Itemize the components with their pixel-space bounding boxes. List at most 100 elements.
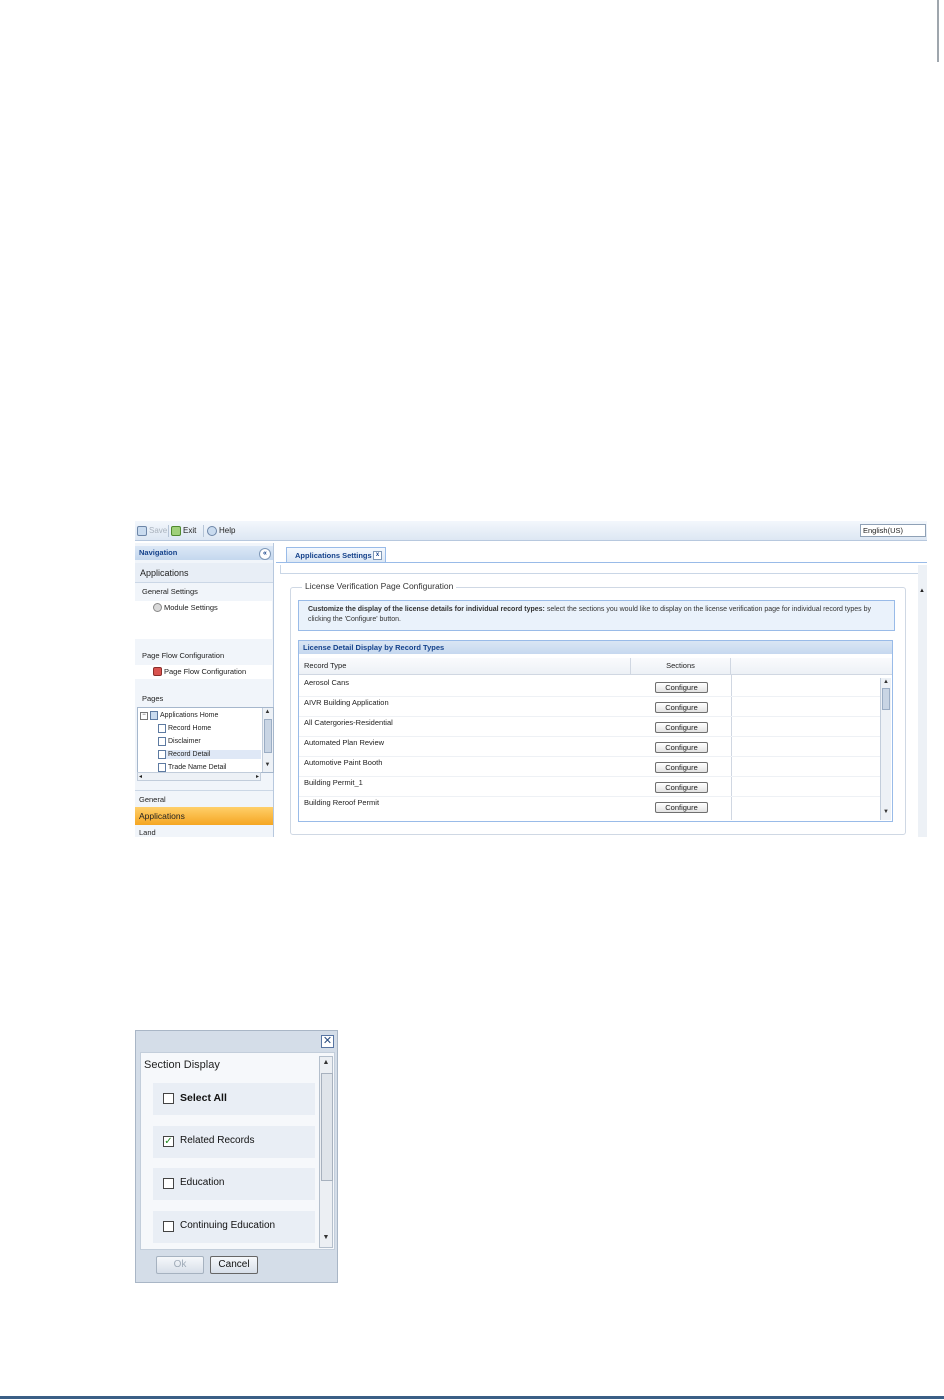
- scrollbar-thumb[interactable]: [321, 1073, 333, 1181]
- tree-horizontal-scrollbar[interactable]: ◂ ▸: [137, 772, 261, 781]
- continuing-education-checkbox[interactable]: [163, 1221, 174, 1232]
- configure-button[interactable]: Configure: [655, 702, 708, 713]
- collapse-icon[interactable]: «: [259, 548, 271, 560]
- exit-button[interactable]: Exit: [171, 524, 196, 537]
- related-records-checkbox[interactable]: ✓: [163, 1136, 174, 1147]
- option-education[interactable]: Education: [153, 1168, 315, 1200]
- option-label: Continuing Education: [180, 1220, 276, 1231]
- module-settings-link[interactable]: Module Settings: [146, 603, 284, 612]
- tab-label: Applications Settings: [295, 551, 372, 560]
- module-settings-label: Module Settings: [164, 603, 218, 612]
- navigation-header: Navigation «: [135, 546, 273, 560]
- scrollbar-thumb[interactable]: [882, 688, 890, 710]
- section-general[interactable]: General: [135, 790, 273, 808]
- configure-button[interactable]: Configure: [655, 722, 708, 733]
- section-display-dialog: ✕ Section Display Select All ✓ Related R…: [135, 1030, 338, 1283]
- configure-button[interactable]: Configure: [655, 682, 708, 693]
- section-applications[interactable]: Applications: [135, 807, 273, 825]
- toolbar-separator: [203, 525, 204, 537]
- configure-button[interactable]: Configure: [655, 802, 708, 813]
- tree-item-record-detail[interactable]: Record Detail: [158, 750, 261, 759]
- table-row: Building Reroof Permit Configure: [299, 796, 881, 816]
- scroll-down-icon[interactable]: ▼: [263, 762, 272, 768]
- checkmark-icon: ✓: [164, 1136, 173, 1147]
- option-select-all[interactable]: Select All: [153, 1083, 315, 1115]
- close-icon[interactable]: ✕: [321, 1035, 334, 1048]
- page-edge-rule: [937, 0, 939, 62]
- record-type-cell: Automotive Paint Booth: [304, 758, 383, 767]
- ok-button[interactable]: Ok: [156, 1256, 204, 1274]
- section-land[interactable]: Land: [135, 826, 273, 837]
- folder-icon: [150, 711, 158, 720]
- option-label: Education: [180, 1177, 225, 1188]
- table-row: All Catergories-Residential Configure: [299, 716, 881, 737]
- scroll-left-icon[interactable]: ◂: [139, 773, 142, 780]
- scrollbar-thumb[interactable]: [264, 719, 272, 753]
- pages-header: Pages: [142, 694, 164, 703]
- page-flow-configuration-link[interactable]: Page Flow Configuration: [146, 667, 284, 676]
- table-row: Automotive Paint Booth Configure: [299, 756, 881, 777]
- grid-scrollbar[interactable]: ▲ ▼: [880, 678, 891, 820]
- education-checkbox[interactable]: [163, 1178, 174, 1189]
- scroll-down-icon[interactable]: ▼: [320, 1234, 332, 1241]
- scroll-up-icon[interactable]: ▲: [881, 679, 891, 685]
- record-type-cell: All Catergories-Residential: [304, 718, 393, 727]
- save-button[interactable]: Save: [137, 524, 167, 537]
- page-flow-header: Page Flow Configuration: [142, 651, 225, 660]
- tab-strip: Applications Settings x: [276, 546, 927, 563]
- select-all-checkbox[interactable]: [163, 1093, 174, 1104]
- chevron-down-icon[interactable]: ▼: [925, 525, 928, 536]
- grid-title: License Detail Display by Record Types: [299, 641, 892, 654]
- dialog-title: Section Display: [144, 1059, 220, 1071]
- configure-button[interactable]: Configure: [655, 782, 708, 793]
- language-select[interactable]: English(US) ▼: [860, 524, 928, 537]
- column-header-record-type[interactable]: Record Type: [299, 658, 631, 674]
- save-icon: [137, 525, 147, 536]
- option-label: Select All: [180, 1092, 227, 1104]
- close-icon[interactable]: x: [373, 551, 382, 560]
- option-related-records[interactable]: ✓ Related Records: [153, 1126, 315, 1158]
- dialog-footer: Ok Cancel: [140, 1253, 335, 1278]
- scroll-up-icon[interactable]: ▲: [320, 1059, 332, 1066]
- scroll-up-icon[interactable]: ▲: [919, 588, 925, 594]
- document-icon: [158, 750, 166, 759]
- dialog-scrollbar[interactable]: ▲ ▼: [319, 1056, 333, 1248]
- info-bold-text: Customize the display of the license det…: [308, 606, 545, 613]
- tree-root[interactable]: − Applications Home: [140, 711, 218, 720]
- grid-header: Record Type Sections: [299, 658, 892, 675]
- help-icon: [207, 525, 217, 536]
- cancel-button[interactable]: Cancel: [210, 1256, 258, 1274]
- tree-item-disclaimer[interactable]: Disclaimer: [158, 737, 201, 746]
- page-flow-icon: [153, 667, 162, 676]
- page-footer-rule: [0, 1396, 944, 1399]
- help-button[interactable]: Help: [207, 524, 235, 537]
- table-row: AIVR Building Application Configure: [299, 696, 881, 717]
- pages-tree: − Applications Home Record Home Disclaim…: [137, 707, 274, 773]
- toolbar-separator: [168, 525, 169, 537]
- scroll-up-icon[interactable]: ▲: [263, 709, 272, 715]
- record-type-cell: Building Reroof Permit: [304, 798, 380, 807]
- record-type-cell: AIVR Building Application: [304, 698, 389, 707]
- scroll-right-icon[interactable]: ▸: [256, 773, 259, 780]
- column-header-sections[interactable]: Sections: [631, 658, 731, 674]
- tree-collapse-icon[interactable]: −: [140, 711, 148, 720]
- tree-item-record-home[interactable]: Record Home: [158, 724, 211, 733]
- language-value: English(US): [863, 526, 904, 535]
- fieldset-legend: License Verification Page Configuration: [302, 581, 457, 591]
- option-continuing-education[interactable]: Continuing Education: [153, 1211, 315, 1243]
- tree-vertical-scrollbar[interactable]: ▲ ▼: [262, 708, 273, 772]
- configure-button[interactable]: Configure: [655, 762, 708, 773]
- navigation-header-label: Navigation: [139, 548, 178, 557]
- tree-item-trade-name-detail[interactable]: Trade Name Detail: [158, 763, 227, 772]
- toolbar: Save Exit Help English(US) ▼: [135, 521, 927, 541]
- configure-button[interactable]: Configure: [655, 742, 708, 753]
- scroll-down-icon[interactable]: ▼: [881, 809, 891, 815]
- exit-label: Exit: [183, 526, 197, 535]
- page-flow-configuration-label: Page Flow Configuration: [164, 667, 247, 676]
- record-type-cell: Automated Plan Review: [304, 738, 385, 747]
- dialog-body: Section Display Select All ✓ Related Rec…: [140, 1052, 335, 1250]
- document-icon: [158, 737, 166, 746]
- tab-applications-settings[interactable]: Applications Settings x: [286, 547, 386, 562]
- record-type-cell: Aerosol Cans: [304, 678, 350, 687]
- content-scrollbar[interactable]: ▲: [918, 565, 927, 837]
